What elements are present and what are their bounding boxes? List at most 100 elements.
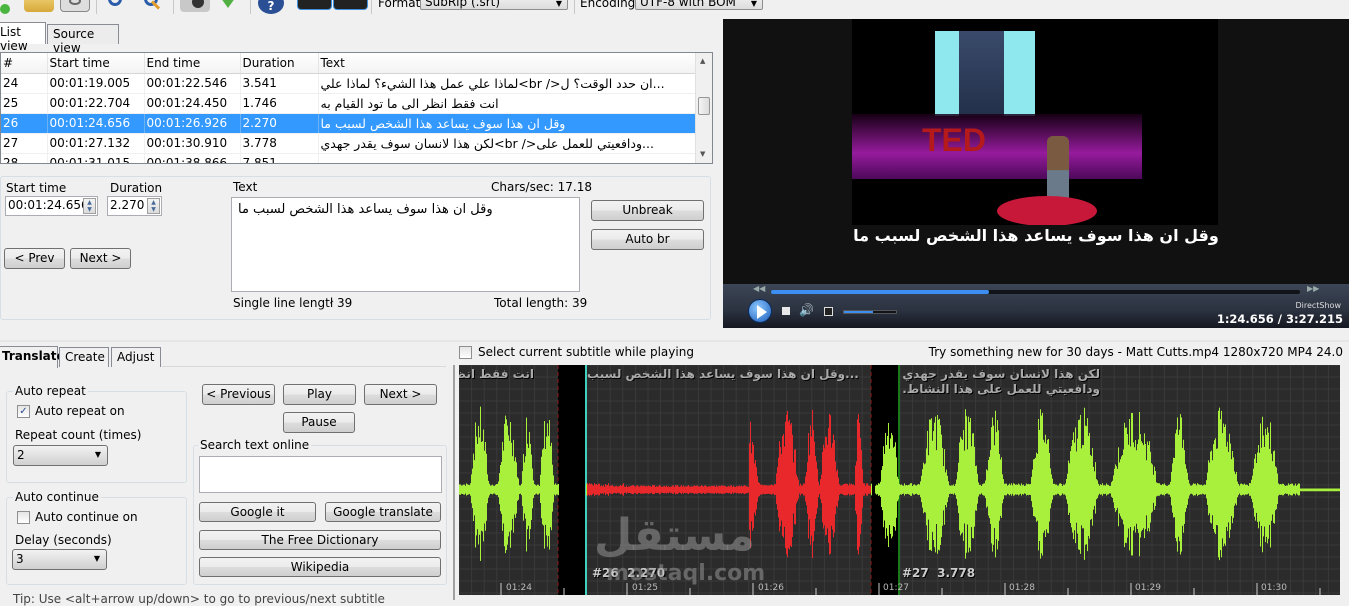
row-number: 26 (1, 113, 48, 134)
play-button-translate[interactable]: Play (283, 384, 356, 405)
format-select[interactable]: SubRip (.srt) ▼ (420, 0, 568, 10)
table-row-selected[interactable]: 26 00:01:24.656 00:01:26.926 2.270 وقل ا… (1, 113, 698, 134)
start-time-input[interactable]: 00:01:24.656 ▲ ▼ (5, 196, 98, 216)
format-label: Format (378, 0, 421, 10)
waveform-toggle-icon[interactable] (297, 0, 332, 10)
row-number: 28 (1, 153, 48, 163)
tab-list-view[interactable]: List view (0, 22, 46, 53)
video-player[interactable]: TED وقل ان هذا سوف يساعد هذا الشخص لسبب … (723, 19, 1349, 284)
table-row[interactable]: 28 00:01:31.015 00:01:38.866 7.851 (1, 153, 698, 163)
player-controls: ◀◀ ▶▶ 🔊 DirectShow 1:24.656 / 3:27.215 (723, 284, 1349, 328)
scroll-up-icon[interactable]: ▲ (700, 57, 705, 65)
previous-button[interactable]: < Previous (202, 384, 275, 405)
next-button-translate[interactable]: Next > (364, 384, 437, 405)
seek-bar[interactable] (771, 290, 1300, 294)
play-icon (757, 305, 767, 319)
bottom-divider (0, 340, 1349, 342)
save-disk-icon[interactable] (60, 0, 90, 12)
open-folder-icon[interactable] (24, 0, 54, 12)
pause-button[interactable]: Pause (283, 412, 355, 433)
column-header-number[interactable]: # (1, 53, 48, 74)
google-it-button[interactable]: Google it (199, 502, 316, 522)
auto-continue-checkbox[interactable] (17, 511, 30, 524)
column-header-start-time[interactable]: Start time (47, 53, 145, 74)
row-duration: 3.778 (240, 133, 319, 154)
help-icon[interactable]: ? (258, 0, 284, 14)
list-header: # Start time End time Duration Text (1, 53, 698, 74)
duration-spinner[interactable]: ▲ ▼ (147, 198, 160, 214)
auto-br-button[interactable]: Auto br (591, 229, 704, 250)
search-text-input[interactable] (199, 456, 442, 493)
volume-slider[interactable] (843, 310, 897, 314)
google-translate-button[interactable]: Google translate (325, 502, 441, 522)
row-end-time: 00:01:22.546 (144, 73, 241, 94)
tab-source-view[interactable]: Source view (47, 24, 119, 55)
column-header-text[interactable]: Text (318, 53, 698, 74)
scrollbar-thumb[interactable] (698, 97, 710, 115)
video-frame: TED (852, 19, 1218, 225)
waveform-left-border (453, 365, 455, 600)
video-toggle-icon[interactable] (333, 0, 368, 10)
prev-button[interactable]: < Prev (4, 248, 65, 269)
row-duration: 2.270 (240, 113, 319, 134)
column-header-end-time[interactable]: End time (144, 53, 241, 74)
video-subtitle-overlay: وقل ان هذا سوف يساعد هذا الشخص لسبب ما (853, 226, 1219, 245)
table-row[interactable]: 25 00:01:22.704 00:01:24.450 1.746 انت ف… (1, 93, 698, 114)
scroll-down-icon[interactable]: ▼ (700, 150, 705, 158)
rewind-icon[interactable]: ◀◀ (753, 284, 765, 293)
next-button[interactable]: Next > (70, 248, 131, 269)
volume-icon[interactable]: 🔊 (799, 303, 814, 317)
repeat-count-select[interactable]: 2 ▼ (13, 445, 108, 466)
start-time-spinner[interactable]: ▲ ▼ (83, 198, 96, 214)
replace-icon[interactable] (138, 0, 168, 14)
delay-label: Delay (seconds) (15, 533, 112, 547)
row-text (318, 153, 698, 163)
list-scrollbar[interactable]: ▲ ▼ (695, 53, 712, 163)
encoding-value: UTF-8 with BOM (640, 0, 736, 9)
paragraph-text-27: لكن هذا لانسان سوف يقدر جهدي ودافعيتي لل… (902, 367, 1100, 396)
start-time-value: 00:01:24.656 (8, 198, 89, 212)
chevron-down-icon: ▼ (555, 0, 562, 8)
sync-icon[interactable] (180, 0, 210, 12)
delay-value: 3 (16, 552, 24, 566)
unbreak-button[interactable]: Unbreak (591, 200, 704, 221)
row-start-time: 00:01:22.704 (47, 93, 145, 114)
tab-translate[interactable]: Translate (0, 346, 65, 368)
wikipedia-button[interactable]: Wikipedia (199, 557, 441, 577)
delay-select[interactable]: 3 ▼ (12, 549, 107, 570)
find-icon[interactable] (102, 0, 132, 14)
stop-icon[interactable] (782, 307, 790, 315)
spell-check-icon[interactable] (216, 0, 246, 14)
row-number: 24 (1, 73, 48, 94)
encoding-select[interactable]: UTF-8 with BOM ▼ (635, 0, 763, 10)
row-text: وقل ان هذا سوف يساعد هذا الشخص لسبب ما (318, 113, 698, 134)
row-text: ...ودافعيتي للعمل على</ br>لكن هذا لانسا… (318, 133, 698, 154)
toolbar-separator (574, 0, 575, 14)
time-tick-label: 01:24 (506, 583, 532, 593)
duration-input[interactable]: 2.270 ▲ ▼ (107, 196, 162, 216)
new-file-icon[interactable] (0, 0, 14, 14)
tab-label: Adjust (117, 350, 155, 364)
fullscreen-icon[interactable] (824, 307, 833, 316)
repeat-count-value: 2 (17, 448, 25, 462)
table-row[interactable]: 27 00:01:27.132 00:01:30.910 3.778 ...ود… (1, 133, 698, 154)
row-end-time: 00:01:24.450 (144, 93, 241, 114)
table-row[interactable]: 24 00:01:19.005 00:01:22.546 3.541 ...ان… (1, 73, 698, 94)
tab-label: Source view (53, 27, 95, 55)
subtitle-editor: Start time 00:01:24.656 ▲ ▼ Duration 2.27… (0, 176, 711, 320)
free-dictionary-button[interactable]: The Free Dictionary (199, 530, 441, 550)
subtitle-text-input[interactable]: وقل ان هذا سوف يساعد هذا الشخص لسبب ما (231, 197, 580, 292)
select-current-checkbox[interactable] (459, 346, 472, 359)
row-end-time: 00:01:26.926 (144, 113, 241, 134)
tab-adjust[interactable]: Adjust (111, 347, 161, 367)
column-header-duration[interactable]: Duration (240, 53, 319, 74)
tab-create[interactable]: Create (59, 347, 109, 367)
auto-continue-group: Auto continue Auto continue on Delay (se… (6, 490, 187, 585)
auto-repeat-checkbox[interactable]: ✓ (17, 405, 30, 418)
play-button[interactable] (748, 299, 772, 323)
audio-waveform[interactable]: انت فقط انظر ...وقل ان هذا سوف يساعد هذا… (459, 365, 1340, 595)
fast-forward-icon[interactable]: ▶▶ (1307, 284, 1319, 293)
waveform-canvas (459, 365, 1340, 595)
subtitle-list[interactable]: # Start time End time Duration Text 24 0… (0, 52, 713, 164)
row-start-time: 00:01:31.015 (47, 153, 145, 163)
